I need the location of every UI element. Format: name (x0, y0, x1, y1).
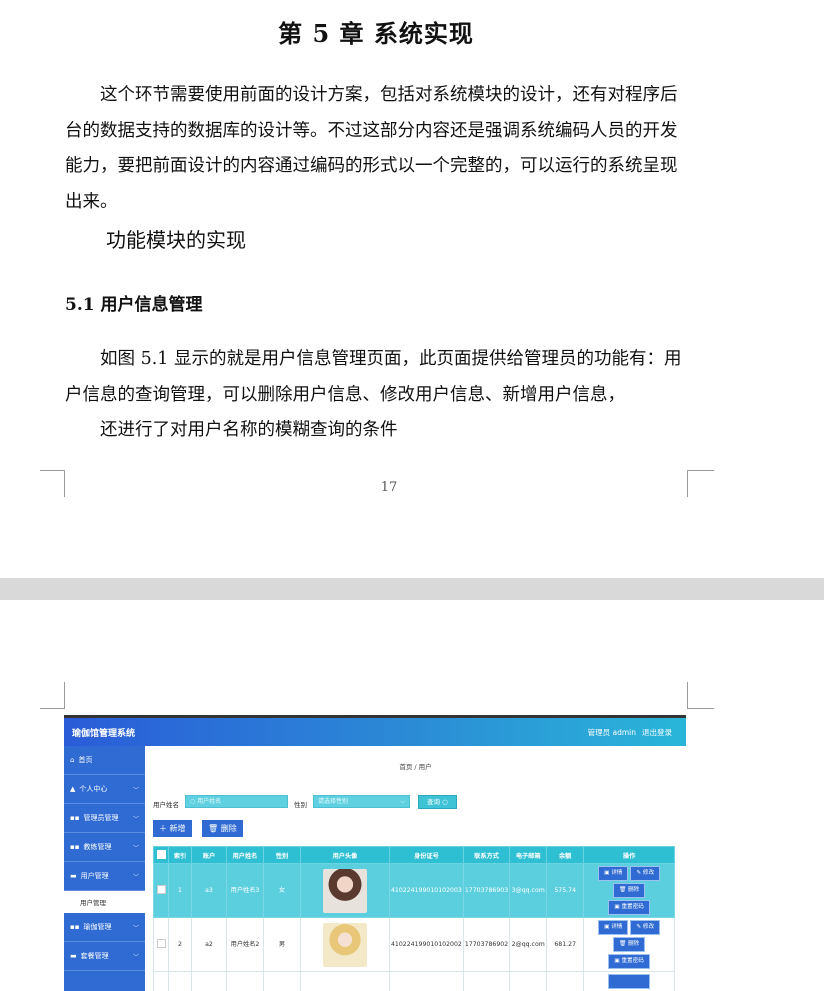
table-row[interactable] (154, 972, 675, 991)
col-avatar: 用户头像 (301, 847, 390, 864)
delete-button[interactable]: 🗑 删除 (613, 937, 645, 952)
intro-paragraph: 这个环节需要使用前面的设计方案，包括对系统模块的设计，还有对程序后台的数据支持的… (65, 78, 690, 220)
col-index: 索引 (169, 847, 192, 864)
name-filter-label: 用户姓名 (153, 799, 179, 809)
row-actions (584, 972, 675, 991)
table-row[interactable]: 1 a3 用户姓名3 女 410224199010102003 17703786… (154, 864, 675, 918)
chevron-down-icon: ﹀ (133, 843, 139, 852)
chevron-down-icon: ﹀ (133, 923, 139, 932)
col-email: 电子邮箱 (510, 847, 547, 864)
user-icon: ▲ (70, 785, 75, 793)
current-user: 管理员 admin (588, 727, 636, 738)
grid-icon: ▪▪ (70, 923, 80, 931)
sidebar-item-profile[interactable]: ▲个人中心﹀ (64, 775, 145, 804)
avatar (301, 918, 390, 972)
breadcrumb: 首页 / 用户 (145, 761, 686, 771)
name-search-input[interactable]: ○ 用户姓名 (185, 795, 288, 808)
row-checkbox[interactable] (154, 864, 169, 918)
col-phone: 联系方式 (463, 847, 509, 864)
detail-button[interactable]: ▣ 详情 (598, 920, 628, 935)
batch-delete-button[interactable]: 🗑 删除 (202, 820, 243, 837)
chevron-down-icon: ﹀ (133, 872, 139, 881)
logout-link[interactable]: 退出登录 (642, 727, 672, 738)
gender-select[interactable]: 请选择性别 ⌵ (313, 795, 410, 808)
row-checkbox[interactable] (154, 918, 169, 972)
trash-icon: 🗑 (208, 824, 221, 833)
main-content: 首页 / 用户 用户姓名 ○ 用户姓名 性别 请选择性别 ⌵ 查询 ○ ＋ 新增… (145, 746, 686, 991)
sidebar-subitem-users[interactable]: 用户管理 (64, 891, 145, 913)
edit-button[interactable]: ✎ 修改 (630, 920, 660, 935)
section-paragraph-2: 还进行了对用户名称的模糊查询的条件 (65, 413, 690, 449)
corner-mark (687, 682, 714, 709)
app-header: 瑜伽馆管理系统 管理员 admin 退出登录 (64, 718, 686, 746)
sidebar: ⌂首页 ▲个人中心﹀ ▪▪管理员管理﹀ ▪▪教练管理﹀ ▬用户管理﹀ 用户管理 … (64, 746, 145, 991)
sidebar-item-home[interactable]: ⌂首页 (64, 746, 145, 775)
sidebar-item-users[interactable]: ▬用户管理﹀ (64, 862, 145, 891)
chapter-title: 第 5 章 系统实现 (0, 14, 752, 49)
reset-password-button[interactable]: ▣ 重置密码 (608, 900, 649, 915)
corner-mark (40, 682, 65, 709)
page-gap (0, 578, 824, 600)
col-gender: 性别 (264, 847, 301, 864)
col-id-card: 身份证号 (390, 847, 464, 864)
document-page-1: 第 5 章 系统实现 这个环节需要使用前面的设计方案，包括对系统模块的设计，还有… (0, 0, 824, 578)
sidebar-item-admins[interactable]: ▪▪管理员管理﹀ (64, 804, 145, 833)
plus-icon: ＋ (159, 824, 170, 833)
col-account: 账户 (192, 847, 227, 864)
chevron-down-icon: ﹀ (133, 785, 139, 794)
table-row[interactable]: 2 a2 用户姓名2 男 410224199010102002 17703786… (154, 918, 675, 972)
section-paragraph: 如图 5.1 显示的就是用户信息管理页面，此页面提供给管理员的功能有：用户信息的… (65, 342, 690, 413)
detail-button[interactable]: ▣ 详情 (598, 866, 628, 881)
edit-button[interactable]: ✎ 修改 (630, 866, 660, 881)
search-icon: ○ (440, 798, 448, 806)
section-title: 5.1 用户信息管理 (65, 290, 203, 315)
row-actions: ▣ 详情✎ 修改 🗑 删除 ▣ 重置密码 (584, 918, 675, 972)
grid-icon: ▪▪ (70, 814, 80, 822)
select-all-checkbox[interactable] (154, 847, 169, 864)
card-icon: ▬ (70, 952, 77, 960)
table-header: 索引 账户 用户姓名 性别 用户头像 身份证号 联系方式 电子邮箱 余额 操作 (154, 847, 675, 864)
col-balance: 余额 (547, 847, 584, 864)
card-icon: ▬ (70, 872, 77, 880)
function-heading: 功能模块的实现 (106, 224, 246, 253)
avatar (301, 864, 390, 918)
row-actions: ▣ 详情✎ 修改 🗑 删除 ▣ 重置密码 (584, 864, 675, 918)
page-number: 17 (0, 480, 778, 495)
reset-password-button[interactable]: ▣ 重置密码 (608, 954, 649, 969)
add-button[interactable]: ＋ 新增 (153, 820, 192, 837)
grid-icon: ▪▪ (70, 843, 80, 851)
home-icon: ⌂ (70, 756, 74, 764)
user-table: 索引 账户 用户姓名 性别 用户头像 身份证号 联系方式 电子邮箱 余额 操作 … (153, 846, 675, 991)
gender-filter-label: 性别 (294, 799, 307, 809)
chevron-down-icon: ⌵ (400, 796, 405, 808)
col-name: 用户姓名 (227, 847, 264, 864)
sidebar-item-coaches[interactable]: ▪▪教练管理﹀ (64, 833, 145, 862)
avatar (301, 972, 390, 991)
app-title: 瑜伽馆管理系统 (72, 726, 135, 739)
trash-icon: 🗑 (619, 941, 628, 947)
query-button[interactable]: 查询 ○ (418, 795, 457, 809)
sidebar-item-packages[interactable]: ▬套餐管理﹀ (64, 942, 145, 971)
delete-button[interactable]: 🗑 删除 (613, 883, 645, 898)
col-actions: 操作 (584, 847, 675, 864)
sidebar-item-yoga[interactable]: ▪▪瑜伽管理﹀ (64, 913, 145, 942)
user-management-screenshot: 瑜伽馆管理系统 管理员 admin 退出登录 ⌂首页 ▲个人中心﹀ ▪▪管理员管… (64, 715, 686, 991)
sidebar-item-more[interactable] (64, 971, 145, 991)
trash-icon: 🗑 (619, 887, 628, 893)
chevron-down-icon: ﹀ (133, 814, 139, 823)
chevron-down-icon: ﹀ (133, 952, 139, 961)
